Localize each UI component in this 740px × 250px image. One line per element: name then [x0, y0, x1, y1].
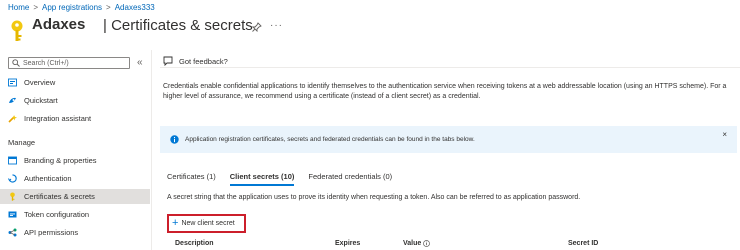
tab-certificates[interactable]: Certificates (1) [167, 172, 216, 186]
pin-icon[interactable] [252, 22, 262, 32]
search-icon [12, 59, 20, 67]
column-header-secret-id: Secret ID [568, 240, 599, 247]
info-banner-text: Application registration certificates, s… [185, 136, 475, 143]
feedback-button[interactable]: Got feedback? [163, 56, 228, 66]
tab-client-secrets[interactable]: Client secrets (10) [229, 172, 295, 186]
sidebar: Search (Ctrl+/) « Overview Quickstart In… [0, 50, 150, 250]
sidebar-item-label: Integration assistant [24, 114, 92, 123]
more-options-icon[interactable]: ··· [270, 20, 283, 31]
sidebar-item-branding[interactable]: Branding & properties [0, 153, 150, 168]
sidebar-item-label: Overview [24, 78, 56, 87]
sidebar-item-overview[interactable]: Overview [0, 75, 150, 90]
breadcrumb: Home > App registrations > Adaxes333 [8, 3, 155, 12]
sidebar-item-label: Branding & properties [24, 156, 97, 165]
credential-tabs: Certificates (1) Client secrets (10) Fed… [167, 172, 406, 186]
breadcrumb-app[interactable]: Adaxes333 [115, 3, 155, 12]
info-icon [170, 135, 179, 144]
integration-assistant-icon [8, 115, 17, 123]
sidebar-item-label: API permissions [24, 228, 79, 237]
new-client-secret-label: New client secret [181, 220, 235, 227]
key-icon [10, 192, 15, 201]
authentication-icon [8, 174, 17, 183]
page-title: | Certificates & secrets [103, 17, 253, 34]
feedback-label: Got feedback? [179, 56, 228, 66]
app-name: Adaxes [32, 16, 86, 33]
sidebar-item-label: Quickstart [24, 96, 58, 105]
sidebar-item-token-configuration[interactable]: Token configuration [0, 207, 150, 222]
tab-federated-credentials[interactable]: Federated credentials (0) [308, 172, 392, 186]
sidebar-divider [151, 50, 152, 250]
sidebar-item-quickstart[interactable]: Quickstart [0, 93, 150, 108]
info-circle-icon[interactable] [423, 240, 431, 247]
close-icon[interactable]: × [722, 130, 727, 139]
breadcrumb-home[interactable]: Home [8, 3, 29, 12]
quickstart-icon [9, 97, 16, 103]
api-permissions-icon [8, 228, 17, 237]
column-header-expires: Expires [335, 240, 361, 247]
info-banner: Application registration certificates, s… [160, 126, 737, 153]
token-icon [8, 211, 17, 218]
toolbar-divider [160, 67, 740, 68]
new-client-secret-button[interactable]: + New client secret [167, 214, 246, 233]
sidebar-item-api-permissions[interactable]: API permissions [0, 225, 150, 240]
breadcrumb-app-registrations[interactable]: App registrations [42, 3, 102, 12]
column-header-description: Description [175, 240, 214, 247]
plus-icon: + [172, 217, 179, 229]
sidebar-item-label: Certificates & secrets [24, 192, 95, 201]
column-header-value-label: Value [403, 240, 422, 247]
sidebar-item-certificates-secrets[interactable]: Certificates & secrets [0, 189, 150, 204]
search-placeholder: Search (Ctrl+/) [23, 59, 69, 67]
page-description: Credentials enable confidential applicat… [163, 83, 727, 100]
overview-icon [8, 78, 17, 87]
tab-description: A secret string that the application use… [167, 194, 581, 201]
sidebar-item-authentication[interactable]: Authentication [0, 171, 150, 186]
sidebar-item-label: Authentication [24, 174, 72, 183]
breadcrumb-separator: > [33, 3, 39, 12]
collapse-sidebar-button[interactable]: « [137, 57, 143, 68]
breadcrumb-separator: > [106, 3, 111, 12]
column-header-value: Value [403, 240, 431, 247]
search-input[interactable]: Search (Ctrl+/) [8, 57, 130, 69]
key-icon [11, 20, 23, 41]
sidebar-item-integration-assistant[interactable]: Integration assistant [0, 111, 150, 126]
feedback-icon [163, 56, 173, 66]
branding-icon [8, 156, 17, 165]
section-manage: Manage [8, 138, 36, 147]
sidebar-item-label: Token configuration [24, 210, 90, 219]
